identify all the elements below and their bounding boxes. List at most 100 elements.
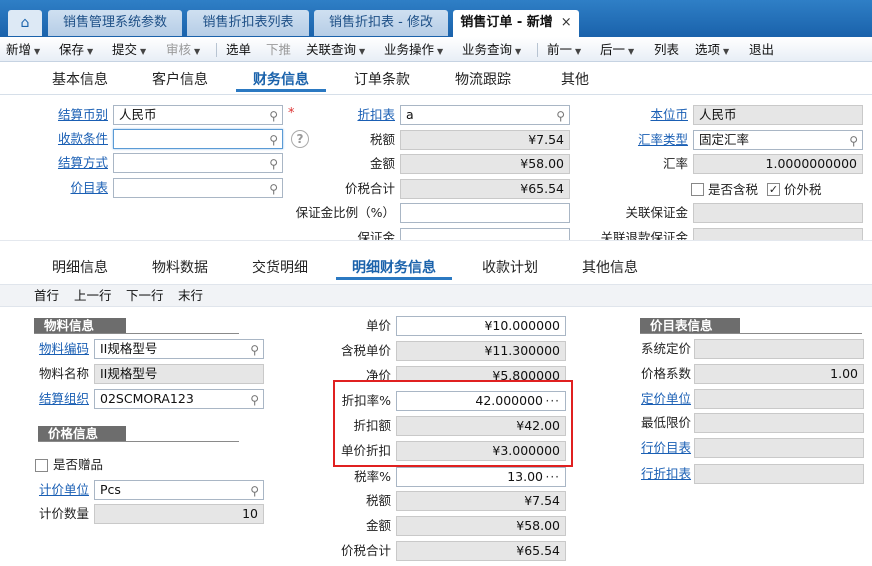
pricing-unit-label[interactable]: 计价单位 [10, 480, 89, 500]
options-button[interactable]: 选项 ▼ [695, 37, 729, 62]
settle-org-input[interactable]: 02SCMORA123 ⚲ [94, 389, 264, 409]
tax-inclusive-label: 是否含税 [708, 182, 759, 197]
material-code-input[interactable]: II规格型号 ⚲ [94, 339, 264, 359]
first-row-button[interactable]: 首行 [34, 285, 59, 307]
row-disclist-link[interactable]: 行折扣表 [641, 464, 693, 484]
audit-button[interactable]: 审核 ▼ [166, 37, 200, 62]
material-info-header: 物料信息 [34, 318, 126, 334]
tax-label: 税额 [369, 132, 395, 147]
settle-currency-label[interactable]: 结算币别 [20, 105, 108, 125]
tab-basic-info[interactable]: 基本信息 [40, 68, 120, 92]
caret-down-icon: ▼ [628, 47, 635, 56]
magnifier-icon[interactable]: ⚲ [250, 482, 259, 499]
rate-type-input[interactable]: 固定汇率 ⚲ [693, 130, 863, 150]
gift-checkbox[interactable] [35, 459, 48, 472]
list-button[interactable]: 列表 [654, 37, 679, 62]
price-info-header: 价格信息 [38, 426, 126, 442]
tab-discount-edit[interactable]: 销售折扣表 - 修改 [314, 10, 448, 36]
pricelist-info-header: 价目表信息 [640, 318, 740, 334]
caret-down-icon: ▼ [515, 47, 522, 56]
unit-price-label: 单价 [365, 318, 391, 333]
magnifier-icon[interactable]: ⚲ [269, 131, 278, 148]
caret-down-icon: ▼ [34, 47, 41, 56]
caret-down-icon: ▼ [359, 47, 366, 56]
net-price-row: 净价 ¥5.800000 [300, 366, 572, 380]
detail-tax-field: ¥7.54 [396, 491, 566, 511]
tab-sales-params[interactable]: 销售管理系统参数 [48, 10, 182, 36]
prev-row-button[interactable]: 上一行 [74, 285, 112, 307]
related-deposit-label: 关联保证金 [625, 205, 688, 220]
select-order-button[interactable]: 选单 [226, 37, 251, 62]
related-refund-label: 关联退款保证金 [600, 230, 688, 240]
tab-delivery-detail[interactable]: 交货明细 [240, 256, 320, 280]
pricing-qty-label: 计价数量 [38, 506, 89, 521]
last-row-button[interactable]: 末行 [178, 285, 203, 307]
discount-rate-label: 折扣率% [341, 393, 391, 408]
gift-label: 是否赠品 [53, 457, 104, 472]
magnifier-icon[interactable]: ⚲ [556, 107, 565, 124]
close-icon[interactable]: × [561, 15, 572, 30]
discount-rate-input[interactable]: 42.000000 ··· [396, 391, 566, 411]
base-currency-label[interactable]: 本位币 [600, 105, 688, 125]
save-button[interactable]: 保存 ▼ [59, 37, 93, 62]
magnifier-icon[interactable]: ⚲ [250, 391, 259, 408]
related-query-button[interactable]: 关联查询 ▼ [306, 37, 365, 62]
settle-method-label[interactable]: 结算方式 [20, 153, 108, 173]
discount-list-input[interactable]: a ⚲ [400, 105, 570, 125]
business-operation-button[interactable]: 业务操作 ▼ [384, 37, 443, 62]
next-button[interactable]: 后一 ▼ [600, 37, 634, 62]
tax-unit-price-field: ¥11.300000 [396, 341, 566, 361]
magnifier-icon[interactable]: ⚲ [250, 341, 259, 358]
business-query-button[interactable]: 业务查询 ▼ [462, 37, 521, 62]
pricing-unit-input[interactable]: Pcs ⚲ [94, 480, 264, 500]
deposit-ratio-input[interactable] [400, 203, 570, 223]
tab-detail-finance[interactable]: 明细财务信息 [336, 256, 452, 280]
tab-customer-info[interactable]: 客户信息 [140, 68, 220, 92]
min-price-label: 最低限价 [641, 415, 692, 430]
collect-terms-label[interactable]: 收款条件 [20, 129, 108, 149]
exit-button[interactable]: 退出 [749, 37, 774, 62]
row-pricelist-link[interactable]: 行价目表 [641, 438, 693, 458]
tab-order-terms[interactable]: 订单条款 [342, 68, 422, 92]
tab-sales-order-new[interactable]: 销售订单 - 新增 × [453, 10, 579, 37]
system-price-field [694, 339, 864, 359]
magnifier-icon[interactable]: ⚲ [849, 132, 858, 149]
new-button[interactable]: 新增 ▼ [6, 37, 40, 62]
magnifier-icon[interactable]: ⚲ [269, 180, 278, 197]
push-down-button[interactable]: 下推 [266, 37, 291, 62]
previous-button[interactable]: 前一 ▼ [547, 37, 581, 62]
toolbar-divider [537, 43, 538, 57]
settle-method-input[interactable]: ⚲ [113, 153, 283, 173]
settle-org-label[interactable]: 结算组织 [10, 389, 89, 409]
tax-exclusive-checkbox[interactable]: ✓ [767, 183, 780, 196]
tax-inclusive-checkbox[interactable] [691, 183, 704, 196]
magnifier-icon[interactable]: ⚲ [269, 107, 278, 124]
tab-detail-info[interactable]: 明细信息 [40, 256, 120, 280]
pricing-unit-link[interactable]: 定价单位 [641, 389, 693, 409]
next-row-button[interactable]: 下一行 [126, 285, 164, 307]
collect-terms-input[interactable]: ⚲ [113, 129, 283, 149]
price-list-input[interactable]: ⚲ [113, 178, 283, 198]
tab-label: 销售订单 - 新增 [460, 15, 553, 30]
submit-button[interactable]: 提交 ▼ [112, 37, 146, 62]
deposit-input[interactable] [400, 228, 570, 240]
caret-down-icon: ▼ [437, 47, 444, 56]
tab-other[interactable]: 其他 [545, 68, 605, 92]
tab-collection-plan[interactable]: 收款计划 [470, 256, 550, 280]
unit-price-input[interactable]: ¥10.000000 [396, 316, 566, 336]
price-list-label[interactable]: 价目表 [20, 178, 108, 198]
ellipsis-icon[interactable]: ··· [546, 392, 560, 410]
tax-rate-input[interactable]: 13.00 ··· [396, 467, 566, 487]
ellipsis-icon[interactable]: ··· [546, 468, 560, 486]
settle-currency-input[interactable]: 人民币 ⚲ [113, 105, 283, 125]
material-code-label[interactable]: 物料编码 [10, 339, 89, 359]
home-tab[interactable]: ⌂ [8, 10, 42, 36]
tab-material-data[interactable]: 物料数据 [140, 256, 220, 280]
tab-finance-info[interactable]: 财务信息 [236, 68, 326, 92]
rate-type-label[interactable]: 汇率类型 [600, 130, 688, 150]
discount-list-label[interactable]: 折扣表 [300, 105, 395, 125]
tab-discount-list[interactable]: 销售折扣表列表 [187, 10, 309, 36]
tab-other-info[interactable]: 其他信息 [570, 256, 650, 280]
tab-logistics[interactable]: 物流跟踪 [443, 68, 523, 92]
magnifier-icon[interactable]: ⚲ [269, 155, 278, 172]
